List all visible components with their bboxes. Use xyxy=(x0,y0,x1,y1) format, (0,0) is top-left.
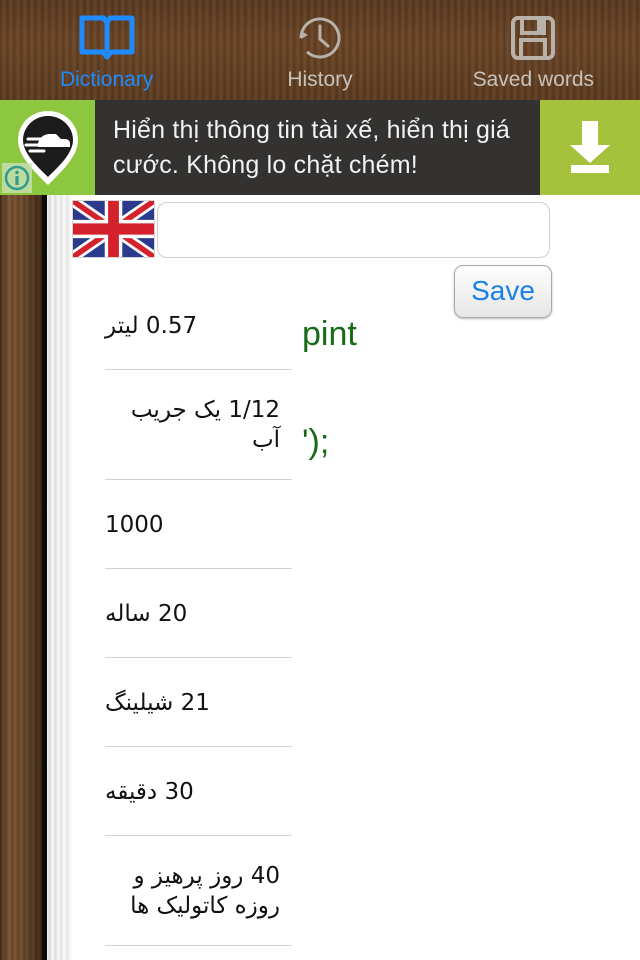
tab-history[interactable]: History xyxy=(213,0,426,100)
list-item-label: 21 شیلینگ xyxy=(105,689,210,716)
result-list: 0.57 لیتر 1/12 یک جریب آب 1000 20 ساله 2… xyxy=(72,280,292,960)
save-button[interactable]: Save xyxy=(454,265,552,318)
list-item-label: 20 ساله xyxy=(105,600,188,627)
list-item-label: 1/12 یک جریب آب xyxy=(130,397,280,453)
book-page-frame: Save 0.57 لیتر 1/12 یک جریب آب 1000 20 س… xyxy=(0,195,640,960)
list-item[interactable]: 21 شیلینگ xyxy=(72,657,292,746)
wood-edge-decoration xyxy=(0,195,42,960)
page-content: Save 0.57 لیتر 1/12 یک جریب آب 1000 20 س… xyxy=(70,195,640,960)
definition-extra-text: '); xyxy=(302,423,330,461)
ad-download-button[interactable] xyxy=(540,100,640,195)
list-item-label: 0.57 لیتر xyxy=(105,312,198,339)
definition-panel: pint '); xyxy=(302,315,632,461)
definition-word: pint xyxy=(302,315,357,353)
ad-headline: Hiển thị thông tin tài xế, hiển thị giá … xyxy=(113,115,510,179)
tab-dictionary[interactable]: Dictionary xyxy=(0,0,213,100)
clock-history-icon xyxy=(293,10,347,66)
list-item[interactable]: 40 روز پرهیز و روزه کاتولیک ها xyxy=(72,835,292,945)
open-book-icon xyxy=(78,10,136,66)
floppy-disk-icon xyxy=(507,10,559,66)
top-tab-bar: Dictionary History Saved words xyxy=(0,0,640,100)
uk-flag-icon[interactable] xyxy=(70,196,157,262)
ad-info-icon[interactable] xyxy=(2,163,32,193)
list-item-label: 30 دقیقه xyxy=(105,778,194,805)
tab-saved-words-label: Saved words xyxy=(472,68,595,91)
list-item[interactable]: 0.57 لیتر xyxy=(72,280,292,369)
download-arrow-icon xyxy=(562,115,618,180)
list-item[interactable]: 1000 xyxy=(72,479,292,568)
list-item[interactable]: 1/12 یک جریب آب xyxy=(72,369,292,479)
tab-saved-words[interactable]: Saved words xyxy=(427,0,640,100)
list-item-label: 40 روز پرهیز و روزه کاتولیک ها xyxy=(130,863,280,919)
tab-history-label: History xyxy=(287,68,353,91)
list-item[interactable]: 20 ساله xyxy=(72,568,292,657)
list-item[interactable]: 500 ورق کاغذ xyxy=(72,945,292,960)
list-item[interactable]: 30 دقیقه xyxy=(72,746,292,835)
tab-dictionary-label: Dictionary xyxy=(59,68,154,91)
ad-banner[interactable]: Hiển thị thông tin tài xế, hiển thị giá … xyxy=(0,100,640,195)
page-edge-stack xyxy=(47,195,72,960)
list-item-label: 1000 xyxy=(105,511,164,538)
search-input[interactable] xyxy=(157,202,550,258)
